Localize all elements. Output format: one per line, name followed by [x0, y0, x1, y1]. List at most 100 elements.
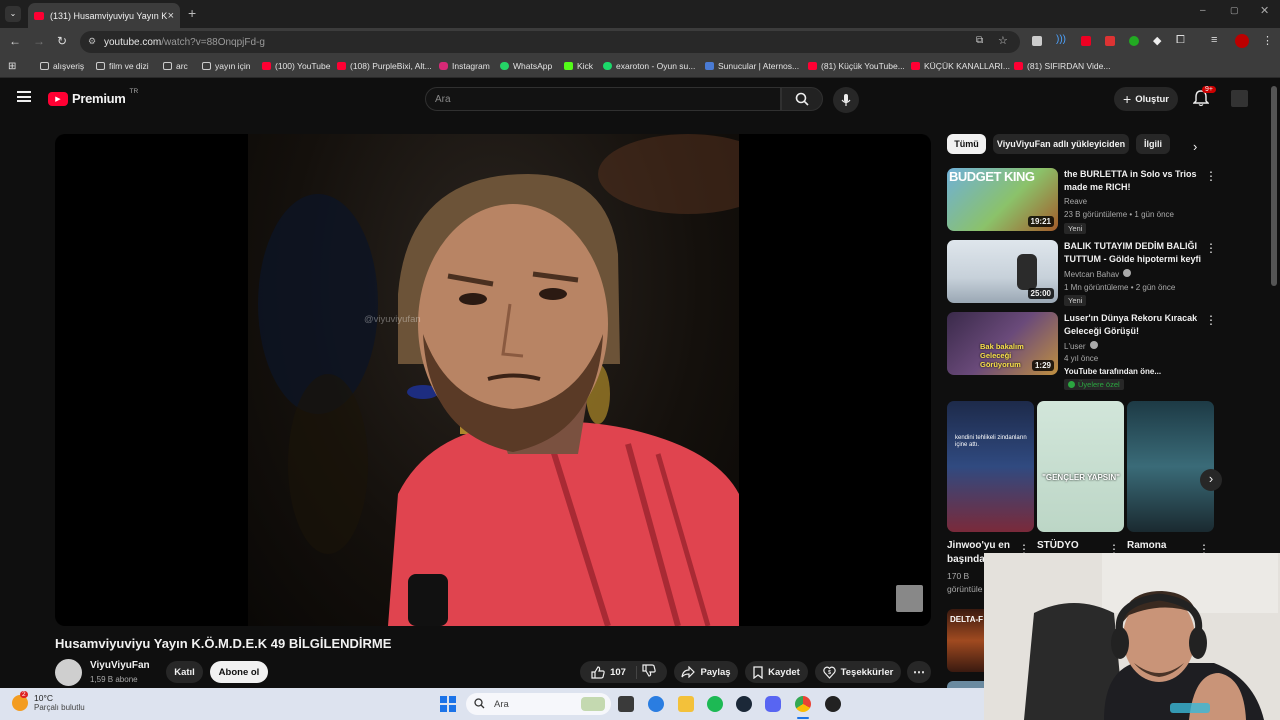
youtube-premium-logo[interactable]: ▶ Premium TR: [48, 88, 138, 106]
video-player[interactable]: @viyuviyufan: [55, 134, 931, 626]
recommendation-thumbnail[interactable]: BUDGET KING 19:21: [947, 168, 1058, 231]
bookmark-item[interactable]: (100) YouTube: [262, 61, 330, 71]
join-button[interactable]: Katıl: [166, 661, 203, 683]
chip-from-uploader[interactable]: ViyuViyuFan adlı yükleyiciden: [993, 134, 1129, 154]
thanks-button[interactable]: $ Teşekkürler: [815, 661, 901, 683]
extension-tabs-icon[interactable]: [1032, 36, 1042, 46]
steam-icon[interactable]: [736, 696, 752, 712]
discord-icon[interactable]: [765, 696, 781, 712]
bookmark-item[interactable]: Sunucular | Aternos...: [705, 61, 799, 71]
bookmark-item[interactable]: exaroton - Oyun su...: [603, 61, 695, 71]
recommendation-title[interactable]: BALIK TUTAYIM DEDİM BALIĞI TUTTUM - Göld…: [1064, 240, 1204, 266]
close-window-button[interactable]: ✕: [1260, 4, 1269, 17]
address-bar[interactable]: ⚙ youtube.com/watch?v=88OnqpjFd-g ⧉ ☆: [80, 31, 1020, 53]
recommendation-channel[interactable]: Reave: [1064, 197, 1087, 206]
back-arrow-icon[interactable]: ←: [9, 34, 21, 48]
bookmark-item[interactable]: (81) SIFIRDAN Vide...: [1014, 61, 1110, 71]
windows-start-icon[interactable]: [440, 696, 456, 712]
bookmark-item[interactable]: KÜÇÜK KANALLARI...: [911, 61, 1010, 71]
recommendation-channel[interactable]: L'user: [1064, 341, 1098, 351]
page-scrollbar[interactable]: [1271, 86, 1277, 286]
more-options-icon[interactable]: ⋮: [1108, 543, 1120, 555]
taskbar-search-box[interactable]: Ara: [466, 693, 611, 715]
edge-icon[interactable]: [648, 696, 664, 712]
extension-tweaks-icon[interactable]: [1105, 36, 1115, 46]
subscribe-button[interactable]: Abone ol: [210, 661, 268, 683]
extension-green-icon[interactable]: [1129, 36, 1139, 46]
weather-widget[interactable]: 2 10°C Parçalı bulutlu: [12, 691, 85, 712]
more-actions-button[interactable]: ⋯: [907, 661, 931, 683]
short-thumbnail[interactable]: kendini tehlikeli zindanların içine attı…: [947, 401, 1034, 532]
recommendation-title[interactable]: the BURLETTA in Solo vs Trios made me RI…: [1064, 168, 1204, 194]
bookmark-item[interactable]: (81) Küçük YouTube...: [808, 61, 905, 71]
bookmark-item[interactable]: arc: [163, 61, 188, 71]
chip-related[interactable]: İlgili: [1136, 134, 1170, 154]
like-button[interactable]: 107: [591, 665, 637, 679]
more-options-icon[interactable]: ⋮: [1205, 242, 1217, 254]
short-thumbnail[interactable]: "GENÇLER YAPSIN": [1037, 401, 1124, 532]
search-button[interactable]: [781, 87, 823, 111]
hamburger-menu-icon[interactable]: [17, 91, 31, 102]
extension-diamond-icon[interactable]: ◆: [1153, 34, 1161, 47]
recommendation-channel[interactable]: Mevtcan Bahav: [1064, 269, 1132, 279]
spotify-icon[interactable]: [707, 696, 723, 712]
task-view-icon[interactable]: [618, 696, 634, 712]
bookmark-item[interactable]: alışveriş: [40, 61, 84, 71]
extension-audio-icon[interactable]: ))): [1056, 34, 1066, 45]
dislike-button[interactable]: [642, 664, 656, 680]
bookmark-item[interactable]: Kick: [564, 61, 593, 71]
recommendation-thumbnail[interactable]: Bak bakalım Geleceği Görüyorum 1:29: [947, 312, 1058, 375]
more-options-icon[interactable]: ⋮: [1198, 543, 1210, 555]
install-app-icon[interactable]: ⧉: [976, 35, 983, 46]
recommendation-thumbnail-partial[interactable]: [947, 681, 984, 688]
notifications-button[interactable]: 9+: [1192, 86, 1216, 112]
profile-avatar[interactable]: [1235, 34, 1249, 48]
more-options-icon[interactable]: ⋮: [1018, 543, 1030, 555]
tab-search-button[interactable]: ⌄: [5, 6, 21, 22]
reload-icon[interactable]: ↻: [57, 34, 67, 48]
more-options-icon[interactable]: ⋮: [1205, 314, 1217, 326]
browser-tab-active[interactable]: (131) Husamviyuviyu Yayın K.Ö.M.D ×: [28, 3, 180, 28]
bookmark-item[interactable]: Instagram: [439, 61, 490, 71]
chevron-right-icon[interactable]: ›: [1193, 139, 1197, 154]
more-options-icon[interactable]: ⋮: [1205, 170, 1217, 182]
chip-all[interactable]: Tümü: [947, 134, 986, 154]
short-title[interactable]: STÜDYO: [1037, 539, 1079, 553]
site-info-icon[interactable]: ⚙: [88, 36, 96, 47]
bookmark-star-icon[interactable]: ☆: [998, 34, 1008, 47]
recommendation-thumbnail[interactable]: 25:00: [947, 240, 1058, 303]
apps-grid-icon[interactable]: ⊞: [8, 61, 16, 72]
recommendation-thumbnail-partial[interactable]: DELTA-F: [947, 609, 984, 672]
close-tab-icon[interactable]: ×: [168, 10, 174, 22]
share-button[interactable]: Paylaş: [674, 661, 738, 683]
bookmark-item[interactable]: yayın için: [202, 61, 250, 71]
video-frame[interactable]: @viyuviyufan: [248, 134, 739, 626]
url-host: youtube.com: [104, 36, 162, 48]
account-avatar[interactable]: [1231, 90, 1248, 107]
extension-youtube-icon[interactable]: [1081, 36, 1091, 46]
voice-search-button[interactable]: [833, 87, 859, 113]
save-button[interactable]: Kaydet: [745, 661, 808, 683]
create-button[interactable]: + Oluştur: [1114, 87, 1178, 111]
new-tab-button[interactable]: +: [188, 5, 196, 21]
bookmark-item[interactable]: film ve dizi: [96, 61, 149, 71]
shorts-next-button[interactable]: ›: [1200, 469, 1222, 491]
recommendation-title[interactable]: Luser'ın Dünya Rekoru Kıracak Geleceği G…: [1064, 312, 1204, 338]
channel-avatar[interactable]: [55, 659, 82, 686]
reading-list-icon[interactable]: ≡: [1211, 34, 1217, 46]
browser-menu-icon[interactable]: ⋮: [1262, 34, 1273, 47]
channel-watermark-thumbnail[interactable]: [896, 585, 923, 612]
search-input[interactable]: Ara: [425, 87, 781, 111]
bookmark-item[interactable]: WhatsApp: [500, 61, 552, 71]
short-thumbnail[interactable]: [1127, 401, 1214, 532]
short-title[interactable]: Ramona: [1127, 539, 1166, 553]
extensions-puzzle-icon[interactable]: ⧠: [1176, 34, 1185, 47]
forward-arrow-icon[interactable]: →: [33, 34, 45, 48]
minimize-window-button[interactable]: –: [1200, 5, 1206, 16]
app-icon[interactable]: [825, 696, 841, 712]
file-explorer-icon[interactable]: [678, 696, 694, 712]
channel-name[interactable]: ViyuViyuFan: [90, 660, 150, 671]
maximize-window-button[interactable]: ▢: [1230, 5, 1239, 16]
bookmark-item[interactable]: (108) PurpleBixi, Alt...: [337, 61, 432, 71]
chrome-icon[interactable]: [795, 696, 811, 712]
